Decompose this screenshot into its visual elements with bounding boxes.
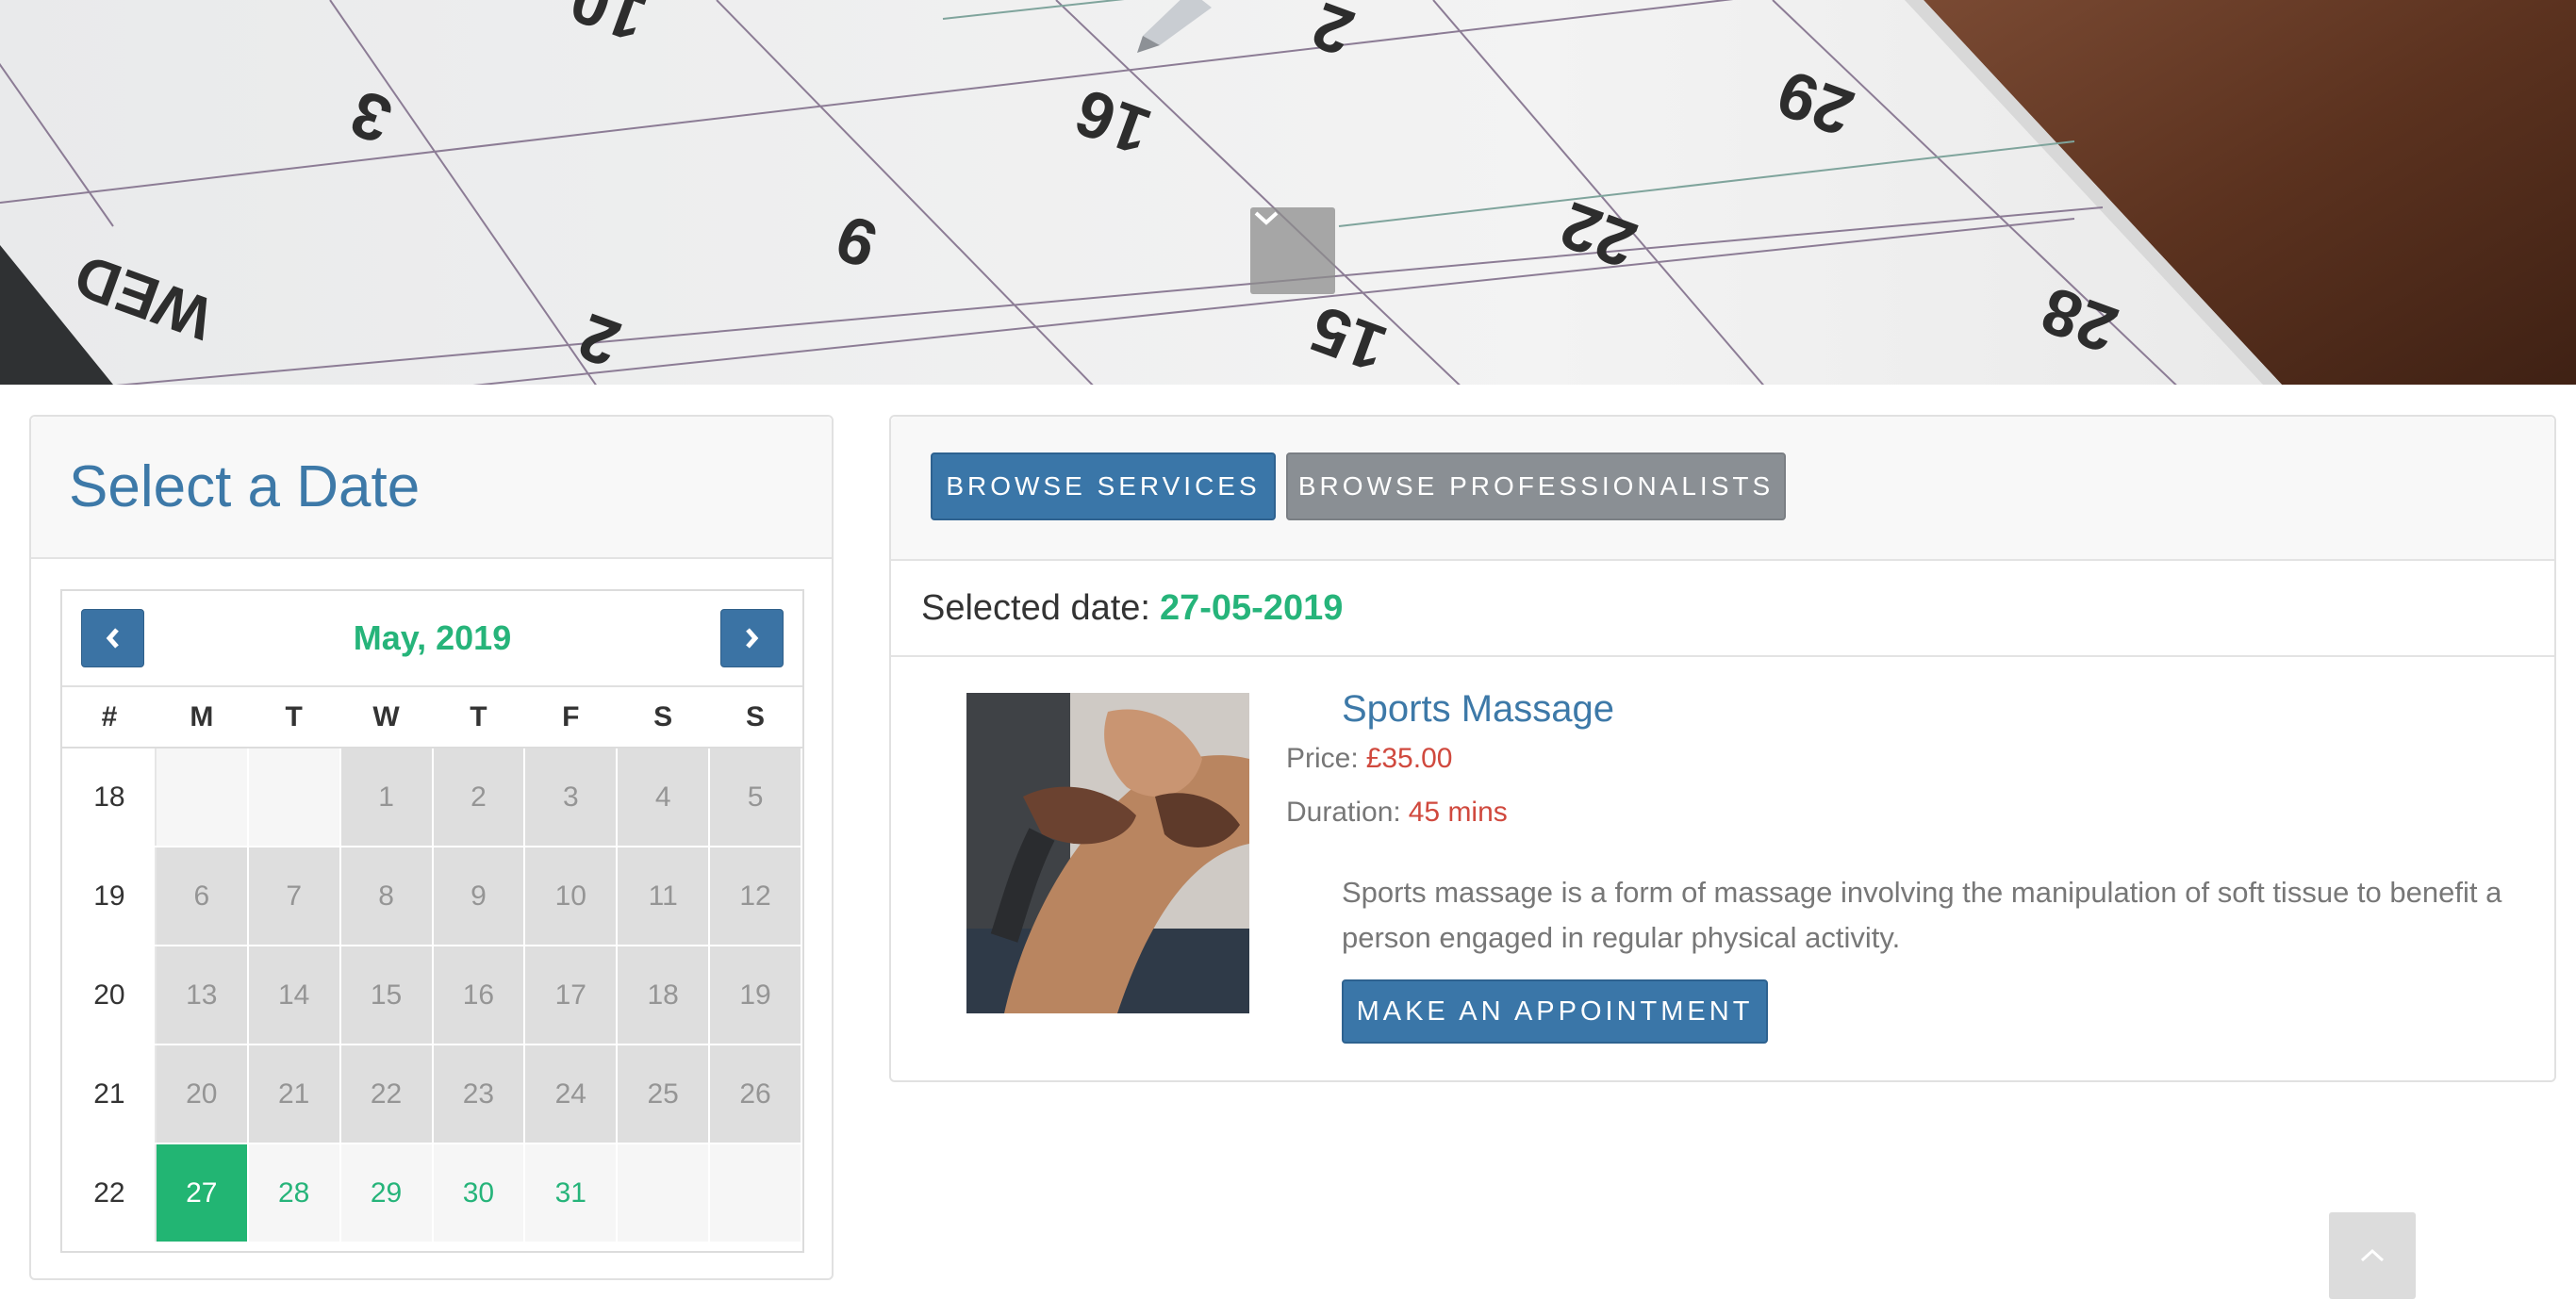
- weekday-header: F: [524, 687, 618, 748]
- browse-professionals-button[interactable]: BROWSE PROFESSIONALISTS: [1286, 452, 1786, 520]
- date-picker-panel: Select a Date May, 2019 # M T W T F S S …: [29, 415, 834, 1280]
- service-duration: Duration: 45 mins: [1286, 797, 1508, 829]
- calendar-day-available[interactable]: 30: [431, 1143, 526, 1243]
- calendar-week-row: 21 20 21 22 23 24 25 26: [62, 1044, 802, 1144]
- calendar-day-available[interactable]: 31: [523, 1143, 619, 1243]
- week-number-header: #: [63, 687, 156, 748]
- calendar-day-empty: [708, 1143, 802, 1243]
- calendar-day-disabled: 8: [339, 846, 434, 946]
- calendar-day-disabled: 2: [431, 747, 526, 847]
- calendar-day-disabled: 20: [154, 1044, 249, 1144]
- calendar-day-disabled: 18: [616, 945, 711, 1045]
- calendar-day-available[interactable]: 28: [246, 1143, 341, 1243]
- calendar-day-disabled: 17: [523, 945, 619, 1045]
- calendar-day-disabled: 15: [339, 945, 434, 1045]
- chevron-up-icon: [2360, 1248, 2385, 1262]
- calendar-day-disabled: 5: [708, 747, 802, 847]
- calendar-day-disabled: 16: [431, 945, 526, 1045]
- hero-banner: 10 3 2 9 16 15 22 29 28 2 WED: [0, 0, 2576, 385]
- calendar-week-row: 19 6 7 8 9 10 11 12: [62, 846, 802, 946]
- duration-label: Duration:: [1286, 797, 1401, 828]
- chevron-down-icon: [1254, 211, 1279, 225]
- calendar-day-disabled: 26: [708, 1044, 802, 1144]
- week-number: 19: [62, 846, 157, 946]
- services-panel-header: BROWSE SERVICES BROWSE PROFESSIONALISTS: [891, 417, 2554, 561]
- calendar-header-row: # M T W T F S S: [63, 687, 801, 748]
- date-panel-header: Select a Date: [31, 417, 832, 559]
- calendar-month-label: May, 2019: [353, 618, 512, 657]
- weekday-header: W: [339, 687, 433, 748]
- calendar-day-disabled: 22: [339, 1044, 434, 1144]
- make-appointment-button[interactable]: MAKE AN APPOINTMENT: [1342, 979, 1768, 1044]
- weekday-header: M: [155, 687, 248, 748]
- massage-image: [966, 693, 1249, 1013]
- calendar-day-empty: [616, 1143, 711, 1243]
- next-month-button[interactable]: [719, 609, 784, 667]
- selected-date-value: 27-05-2019: [1159, 587, 1344, 628]
- calendar-day-empty: [246, 747, 341, 847]
- selected-date-label: Selected date:: [921, 587, 1150, 628]
- weekday-header: S: [709, 687, 801, 748]
- services-panel: BROWSE SERVICES BROWSE PROFESSIONALISTS …: [889, 415, 2556, 1082]
- calendar-photo: 10 3 2 9 16 15 22 29 28 2 WED: [0, 0, 2576, 385]
- service-title-link[interactable]: Sports Massage: [1342, 688, 1614, 731]
- calendar-week-row: 20 13 14 15 16 17 18 19: [62, 945, 802, 1045]
- week-number: 20: [62, 945, 157, 1045]
- calendar-day-disabled: 24: [523, 1044, 619, 1144]
- scroll-down-button[interactable]: [1250, 207, 1335, 294]
- browse-services-button[interactable]: BROWSE SERVICES: [931, 452, 1276, 520]
- calendar-day-disabled: 21: [246, 1044, 341, 1144]
- prev-month-button[interactable]: [81, 609, 144, 667]
- calendar-day-disabled: 3: [523, 747, 619, 847]
- calendar-day-disabled: 13: [154, 945, 249, 1045]
- calendar-day-disabled: 1: [339, 747, 434, 847]
- chevron-right-icon: [746, 628, 759, 649]
- price-label: Price:: [1286, 743, 1359, 774]
- calendar-week-row: 18 1 2 3 4 5: [62, 747, 802, 847]
- calendar-day-disabled: 12: [708, 846, 802, 946]
- service-price: Price: £35.00: [1286, 743, 1452, 775]
- calendar-day-disabled: 9: [431, 846, 526, 946]
- weekday-header: T: [432, 687, 525, 748]
- calendar-week-row: 22 27 28 29 30 31: [62, 1143, 802, 1243]
- selected-date-row: Selected date: 27-05-2019: [891, 561, 2554, 657]
- back-to-top-button[interactable]: [2329, 1212, 2416, 1299]
- calendar-day-disabled: 19: [708, 945, 802, 1045]
- calendar-day-disabled: 11: [616, 846, 711, 946]
- weekday-header: T: [247, 687, 340, 748]
- week-number: 18: [62, 747, 157, 847]
- calendar-day-disabled: 6: [154, 846, 249, 946]
- calendar-day-disabled: 23: [431, 1044, 526, 1144]
- calendar-widget: May, 2019 # M T W T F S S 18 1 2 3 4 5 1…: [60, 589, 804, 1253]
- calendar-grid: # M T W T F S S 18 1 2 3 4 5 19 6 7 8 9 10 11 12 20 13 1…: [62, 687, 802, 1243]
- price-value: £35.00: [1365, 743, 1453, 774]
- calendar-body: 18 1 2 3 4 5 19 6 7 8 9 10 11 12 20 13 14 15 16 17 18 19 21 20 2…: [62, 747, 802, 1243]
- chevron-left-icon: [106, 628, 119, 649]
- duration-value: 45 mins: [1408, 797, 1508, 828]
- calendar-day-disabled: 7: [246, 846, 341, 946]
- calendar-day-disabled: 25: [616, 1044, 711, 1144]
- calendar-day-available[interactable]: 29: [339, 1143, 434, 1243]
- service-description: Sports massage is a form of massage invo…: [1342, 876, 2502, 954]
- calendar-day-selected[interactable]: 27: [154, 1143, 249, 1243]
- calendar-day-disabled: 4: [616, 747, 711, 847]
- week-number: 22: [62, 1143, 157, 1243]
- date-panel-title: Select a Date: [69, 454, 421, 519]
- week-number: 21: [62, 1044, 157, 1144]
- calendar-nav: May, 2019: [62, 591, 802, 687]
- calendar-day-empty: [154, 747, 249, 847]
- weekday-header: S: [617, 687, 710, 748]
- calendar-day-disabled: 14: [246, 945, 341, 1045]
- service-photo: [966, 693, 1249, 1013]
- calendar-day-disabled: 10: [523, 846, 619, 946]
